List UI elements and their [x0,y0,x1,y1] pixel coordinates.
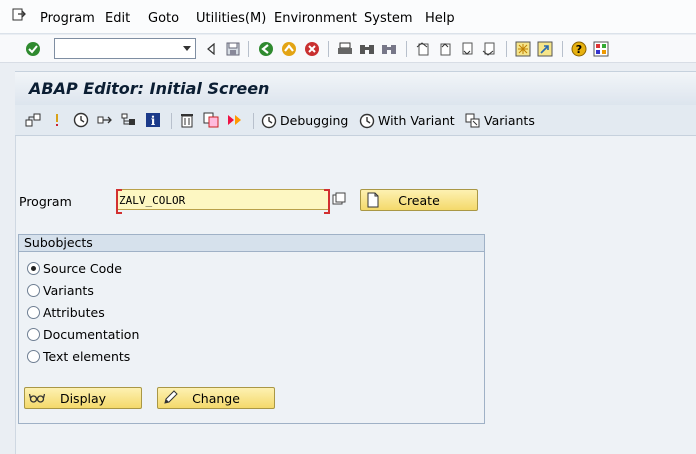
check-syntax-icon[interactable] [49,112,65,128]
clock-icon [359,113,375,128]
radio-button[interactable] [27,283,40,297]
debugging-label: Debugging [280,113,349,128]
menu-help[interactable]: Help [425,11,455,26]
execute-icon[interactable] [73,112,89,128]
page-title: ABAP Editor: Initial Screen [29,79,270,98]
hierarchy-icon[interactable] [121,112,137,128]
subobjects-group: Subobjects Source Code Variants Attribut… [18,234,485,424]
glasses-icon [29,393,45,403]
radio-button[interactable] [27,261,40,275]
value-help-icon[interactable] [332,192,346,206]
radio-attributes[interactable]: Attributes [27,304,105,320]
svg-text:i: i [151,114,156,128]
find-icon[interactable] [358,40,376,58]
copy-icon[interactable] [203,112,219,128]
command-field[interactable] [54,38,196,59]
print-icon[interactable] [336,40,354,58]
menu-utilities[interactable]: Utilities(M) [196,11,266,26]
first-page-icon[interactable] [414,40,432,58]
program-input[interactable]: ZALV_COLOR [116,189,330,214]
radio-label: Text elements [43,348,131,364]
menu-system[interactable]: System [364,11,412,26]
display-label: Display [59,390,107,406]
shortcut-icon[interactable] [536,40,554,58]
radio-variants[interactable]: Variants [27,282,94,298]
with-variant-label: With Variant [378,113,455,128]
new-session-icon[interactable] [514,40,532,58]
find-next-icon[interactable] [380,40,398,58]
variants-icon [465,113,480,127]
radio-text-elements[interactable]: Text elements [27,348,130,364]
standard-toolbar: ? [0,35,696,63]
next-page-icon[interactable] [458,40,476,58]
layout-menu-icon[interactable] [592,40,610,58]
delete-icon[interactable] [179,112,195,128]
back-triangle-icon[interactable] [202,40,220,58]
chevron-down-icon[interactable] [183,46,191,51]
application-toolbar: i Debugging With Variant Variants [15,105,696,136]
debugging-button[interactable]: Debugging [261,112,348,129]
radio-source-code[interactable]: Source Code [27,260,122,276]
display-button[interactable]: Display [24,387,142,409]
radio-label: Source Code [43,260,122,276]
menu-goto[interactable]: Goto [148,11,179,26]
radio-label: Attributes [43,304,105,320]
create-button[interactable]: Create [360,189,478,211]
menu-bar: Program Edit Goto Utilities(M) Environme… [0,0,696,34]
svg-text:?: ? [576,43,582,56]
subobjects-header: Subobjects [19,235,484,252]
menu-icon[interactable] [12,8,26,22]
variants-button[interactable]: Variants [465,112,535,129]
radio-button[interactable] [27,327,40,341]
change-label: Change [192,390,240,406]
cancel-icon[interactable] [303,40,321,58]
exit-icon[interactable] [280,40,298,58]
new-document-icon [367,192,379,208]
radio-label: Documentation [43,326,140,342]
save-icon[interactable] [224,40,242,58]
menu-program[interactable]: Program [40,11,95,26]
change-button[interactable]: Change [157,387,275,409]
variants-label: Variants [484,113,535,128]
radio-button[interactable] [27,305,40,319]
back-icon[interactable] [257,40,275,58]
previous-page-icon[interactable] [436,40,454,58]
with-variant-button[interactable]: With Variant [359,112,455,129]
create-label: Create [398,192,440,208]
last-page-icon[interactable] [480,40,498,58]
where-used-icon[interactable] [97,112,113,128]
object-list-icon[interactable] [25,112,41,128]
information-icon[interactable]: i [145,112,161,128]
enter-check-icon[interactable] [24,40,42,58]
clock-icon [261,113,277,128]
pencil-icon [164,390,178,404]
title-bar: ABAP Editor: Initial Screen [15,71,696,105]
program-label: Program [19,194,72,209]
menu-environment[interactable]: Environment [274,11,357,26]
radio-documentation[interactable]: Documentation [27,326,139,342]
radio-label: Variants [43,282,94,298]
radio-button[interactable] [27,349,40,363]
rename-icon[interactable] [227,112,243,128]
help-icon[interactable]: ? [570,40,588,58]
menu-edit[interactable]: Edit [105,11,130,26]
